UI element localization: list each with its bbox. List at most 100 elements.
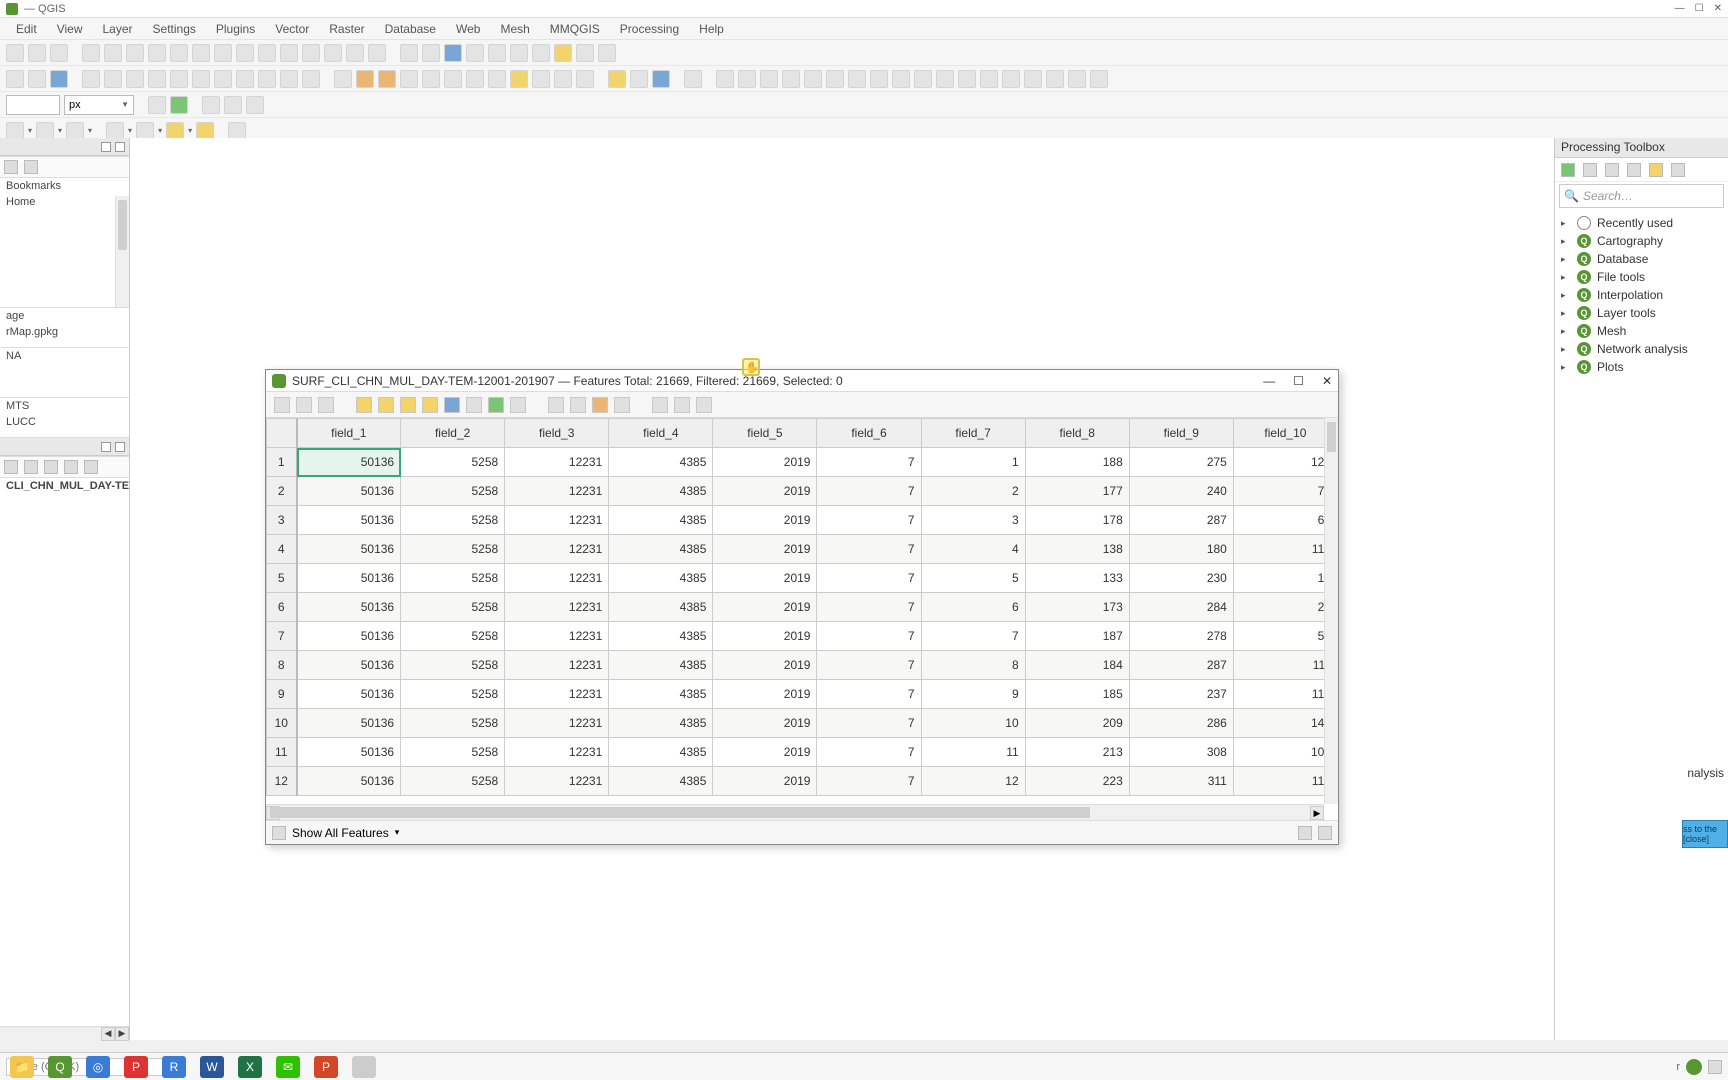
table-cell[interactable]: 115 <box>1233 767 1337 796</box>
table-cell[interactable]: 5258 <box>401 651 505 680</box>
browser-item[interactable]: Bookmarks <box>0 178 129 194</box>
tool-icon[interactable] <box>378 70 396 88</box>
table-cell[interactable]: 50136 <box>297 767 401 796</box>
tool-icon[interactable] <box>570 397 586 413</box>
tool-icon[interactable] <box>106 122 124 140</box>
tool-icon[interactable] <box>630 70 648 88</box>
column-header[interactable]: field_6 <box>817 419 921 448</box>
table-cell[interactable]: 12231 <box>505 448 609 477</box>
close-button[interactable]: ✕ <box>1322 374 1332 388</box>
table-row[interactable]: 8501365258122314385201978184287111 <box>267 651 1338 680</box>
table-cell[interactable]: 184 <box>1025 651 1129 680</box>
table-cell[interactable]: 12231 <box>505 738 609 767</box>
table-cell[interactable]: 2019 <box>713 622 817 651</box>
menu-settings[interactable]: Settings <box>145 20 204 38</box>
attribute-table[interactable]: field_1field_2field_3field_4field_5field… <box>266 418 1338 796</box>
table-cell[interactable]: 50136 <box>297 651 401 680</box>
tool-icon[interactable] <box>760 70 778 88</box>
table-cell[interactable]: 4385 <box>609 709 713 738</box>
table-cell[interactable]: 7 <box>817 651 921 680</box>
tool-icon[interactable] <box>148 96 166 114</box>
table-cell[interactable]: 122 <box>1233 448 1337 477</box>
tool-icon[interactable] <box>532 44 550 62</box>
table-cell[interactable]: 145 <box>1233 709 1337 738</box>
show-features-label[interactable]: Show All Features <box>292 826 389 840</box>
table-cell[interactable]: 5258 <box>401 506 505 535</box>
browser-item[interactable]: rMap.gpkg <box>0 324 129 340</box>
file-explorer-icon[interactable]: 📁 <box>10 1056 34 1078</box>
excel-app-icon[interactable]: X <box>238 1056 262 1078</box>
table-cell[interactable]: 213 <box>1025 738 1129 767</box>
table-cell[interactable]: 7 <box>817 448 921 477</box>
table-cell[interactable]: 178 <box>1025 506 1129 535</box>
browser-item[interactable]: NA <box>0 348 129 364</box>
column-header[interactable]: field_7 <box>921 419 1025 448</box>
table-cell[interactable]: 7 <box>817 564 921 593</box>
tool-icon[interactable] <box>64 460 78 474</box>
attribute-table-icon[interactable] <box>422 44 440 62</box>
tool-icon[interactable] <box>422 397 438 413</box>
delete-feature-icon[interactable] <box>378 397 394 413</box>
close-button[interactable]: ✕ <box>1714 3 1722 14</box>
panel-close-icon[interactable] <box>115 142 125 152</box>
table-cell[interactable]: 50136 <box>297 593 401 622</box>
column-header[interactable]: field_10 <box>1233 419 1337 448</box>
tool-icon[interactable] <box>236 70 254 88</box>
tool-icon[interactable] <box>196 122 214 140</box>
zoom-out-icon[interactable] <box>126 44 144 62</box>
table-cell[interactable]: 275 <box>1129 448 1233 477</box>
menu-plugins[interactable]: Plugins <box>208 20 263 38</box>
scrollbar-vertical[interactable] <box>115 196 129 307</box>
table-cell[interactable]: 5 <box>921 564 1025 593</box>
tool-icon[interactable] <box>104 70 122 88</box>
tool-icon[interactable] <box>892 70 910 88</box>
menu-mesh[interactable]: Mesh <box>492 20 537 38</box>
table-cell[interactable]: 2019 <box>713 477 817 506</box>
tool-icon[interactable] <box>870 70 888 88</box>
table-cell[interactable]: 2019 <box>713 680 817 709</box>
table-cell[interactable]: 240 <box>1129 477 1233 506</box>
panel-float-icon[interactable] <box>101 442 111 452</box>
table-cell[interactable]: 12 <box>921 767 1025 796</box>
tool-icon[interactable] <box>136 122 154 140</box>
field-calc-icon[interactable] <box>614 397 630 413</box>
tool-icon[interactable] <box>652 70 670 88</box>
tool-icon[interactable] <box>280 70 298 88</box>
table-cell[interactable]: 5258 <box>401 738 505 767</box>
table-cell[interactable]: 4385 <box>609 738 713 767</box>
zoom-icon[interactable] <box>510 397 526 413</box>
table-cell[interactable]: 50136 <box>297 564 401 593</box>
tool-icon[interactable] <box>936 70 954 88</box>
table-cell[interactable]: 223 <box>1025 767 1129 796</box>
close-badge[interactable]: ss to the [close] <box>1682 820 1728 848</box>
table-cell[interactable]: 7 <box>817 709 921 738</box>
table-cell[interactable]: 50136 <box>297 680 401 709</box>
table-cell[interactable]: 7 <box>817 680 921 709</box>
table-cell[interactable]: 10 <box>921 709 1025 738</box>
table-cell[interactable]: 6 <box>921 593 1025 622</box>
table-cell[interactable]: 7 <box>817 622 921 651</box>
filter-icon[interactable] <box>24 160 38 174</box>
zoom-last-icon[interactable] <box>214 44 232 62</box>
maximize-button[interactable]: ☐ <box>1293 374 1304 388</box>
table-cell[interactable]: 230 <box>1129 564 1233 593</box>
toolbox-node[interactable]: ▸QInterpolation <box>1557 286 1726 304</box>
tool-icon[interactable] <box>958 70 976 88</box>
attr-titlebar[interactable]: SURF_CLI_CHN_MUL_DAY-TEM-12001-201907 — … <box>266 370 1338 392</box>
scroll-right-icon[interactable]: ▶ <box>1310 806 1324 820</box>
table-cell[interactable]: 5258 <box>401 680 505 709</box>
new-feature-icon[interactable] <box>356 397 372 413</box>
stats-icon[interactable] <box>466 44 484 62</box>
table-row[interactable]: 1501365258122314385201971188275122 <box>267 448 1338 477</box>
select-icon[interactable] <box>466 397 482 413</box>
tool-icon[interactable] <box>652 397 668 413</box>
tool-icon[interactable] <box>716 70 734 88</box>
scrollbar-horizontal[interactable]: ◀▶ <box>0 1026 129 1040</box>
form-view-icon[interactable] <box>1298 826 1312 840</box>
table-row[interactable]: 115013652581223143852019711213308105 <box>267 738 1338 767</box>
table-cell[interactable]: 5258 <box>401 709 505 738</box>
tool-icon[interactable] <box>684 70 702 88</box>
column-header[interactable]: field_5 <box>713 419 817 448</box>
table-cell[interactable]: 50136 <box>297 709 401 738</box>
tool-icon[interactable] <box>1627 163 1641 177</box>
